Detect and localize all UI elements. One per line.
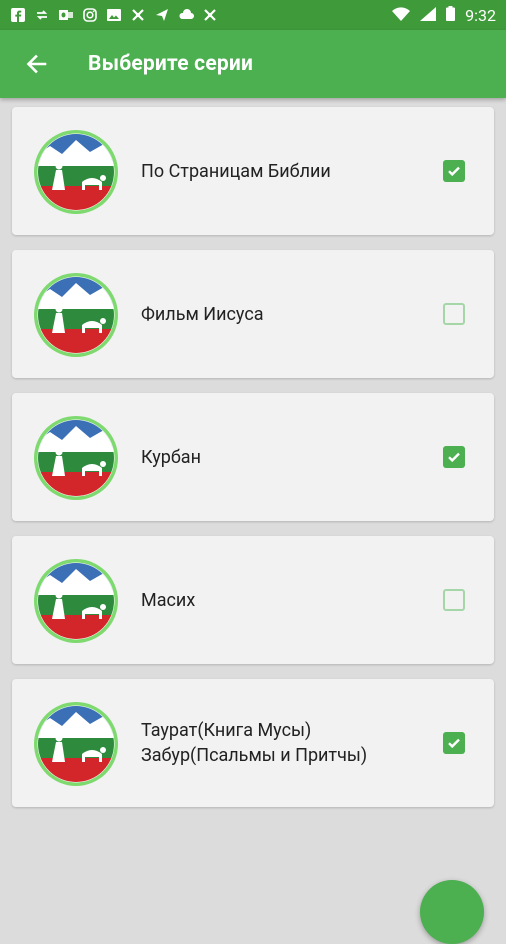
series-checkbox[interactable]: [443, 303, 465, 325]
series-checkbox[interactable]: [443, 160, 465, 182]
series-logo-icon: [32, 700, 120, 788]
battery-icon: [446, 5, 456, 25]
system-icons: 9:32: [392, 5, 496, 25]
series-logo-icon: [32, 414, 120, 502]
series-item[interactable]: Таурат(Книга Мусы) Забур(Псальмы и Притч…: [12, 679, 494, 807]
page-title: Выберите серии: [88, 52, 254, 76]
image-icon: [106, 7, 122, 23]
series-label: Курбан: [141, 446, 201, 468]
clock: 9:32: [465, 5, 496, 25]
send-icon: [154, 7, 170, 23]
sync-icon: [34, 7, 50, 23]
series-label: Масих: [141, 589, 196, 611]
instagram-icon: [82, 7, 98, 23]
series-checkbox[interactable]: [443, 732, 465, 754]
arrow-back-icon[interactable]: [22, 50, 50, 78]
floating-action-button[interactable]: [420, 880, 484, 944]
wifi-icon: [392, 6, 411, 25]
crossed-tools-icon: [130, 7, 146, 23]
facebook-icon: [10, 7, 26, 23]
series-item[interactable]: Масих: [12, 536, 494, 664]
outlook-icon: [58, 7, 74, 23]
series-label: Фильм Иисуса: [141, 303, 264, 325]
series-list: По Страницам Библии Фильм Иисуса Курбан: [12, 107, 494, 822]
series-item[interactable]: Курбан: [12, 393, 494, 521]
cloud-icon: [178, 7, 194, 23]
series-logo-icon: [32, 557, 120, 645]
signal-icon: [420, 6, 437, 25]
status-bar: 9:32: [0, 0, 506, 30]
crossed-tools-icon: [202, 7, 218, 23]
notification-icons: [10, 7, 218, 23]
series-label: По Страницам Библии: [141, 160, 331, 182]
app-bar: Выберите серии: [0, 30, 506, 98]
series-item[interactable]: По Страницам Библии: [12, 107, 494, 235]
series-checkbox[interactable]: [443, 589, 465, 611]
series-logo-icon: [32, 271, 120, 359]
series-logo-icon: [32, 128, 120, 216]
series-checkbox[interactable]: [443, 446, 465, 468]
series-item[interactable]: Фильм Иисуса: [12, 250, 494, 378]
series-label: Таурат(Книга Мусы) Забур(Псальмы и Притч…: [141, 720, 368, 766]
